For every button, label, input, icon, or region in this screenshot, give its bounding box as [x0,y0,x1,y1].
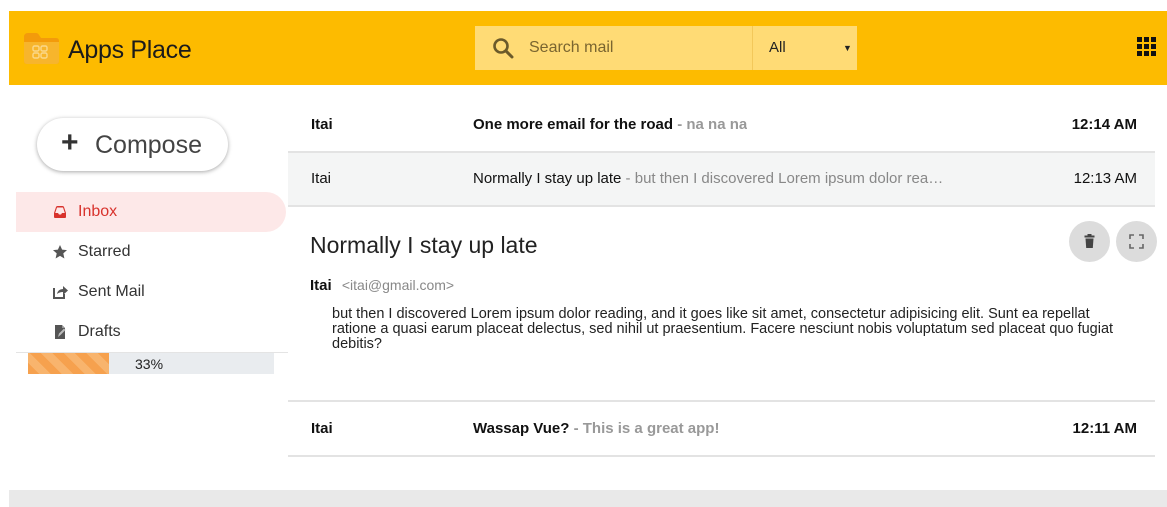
email-from-name: Itai [310,277,332,294]
sidebar-item-label: Drafts [78,323,121,340]
email-sender: Itai [311,420,333,437]
sidebar-item-starred[interactable]: Starred [16,232,288,272]
email-subject-text: Wassap Vue? [473,420,570,437]
email-body: but then I discovered Lorem ipsum dolor … [332,306,1114,352]
email-subject: One more email for the road - na na na [473,116,747,133]
sidebar-item-drafts[interactable]: Drafts [16,312,288,352]
email-row[interactable]: Itai One more email for the road - na na… [288,99,1155,153]
email-subject: Wassap Vue? - This is a great app! [473,420,719,437]
storage-progress-bar: 33% [28,353,274,374]
sidebar-item-inbox[interactable]: Inbox [16,192,286,232]
email-sender: Itai [311,116,333,133]
email-from: Itai <itai@gmail.com> [310,277,454,294]
sidebar-nav: Inbox Starred Sent Mail Drafts [16,192,288,352]
plus-icon: + [61,126,79,159]
email-sender: Itai [311,170,332,187]
email-from-address: <itai@gmail.com> [341,277,455,293]
star-icon [53,245,67,259]
email-snippet: - This is a great app! [569,420,720,437]
search-input[interactable] [529,26,739,70]
email-preview-pane: Normally I stay up late Itai <itai@gmail… [288,209,1157,402]
delete-button[interactable] [1069,221,1110,262]
progress-fill [28,353,110,374]
progress-label: 33% [135,356,164,372]
search-icon [493,38,514,59]
email-title: Normally I stay up late [310,232,538,258]
sidebar-item-label: Sent Mail [78,283,145,300]
filter-select[interactable]: All ▼ [753,26,857,70]
apps-grid-icon[interactable] [1137,37,1157,57]
expand-button[interactable] [1116,221,1157,262]
email-row-selected[interactable]: Itai Normally I stay up late - but then … [288,153,1155,207]
email-row[interactable]: Itai Wassap Vue? - This is a great app! … [288,403,1155,457]
email-subject-text: One more email for the road [473,116,674,133]
email-subject: Normally I stay up late - but then I dis… [473,170,943,187]
email-time: 12:13 AM [1073,170,1137,187]
expand-icon [1129,234,1144,249]
sidebar-item-sent-mail[interactable]: Sent Mail [16,272,288,312]
filter-value: All [769,39,786,56]
drafts-icon [55,325,66,339]
email-time: 12:11 AM [1072,420,1137,437]
folder-logo-icon[interactable] [21,31,61,65]
compose-label: Compose [95,131,202,159]
inbox-icon [54,206,66,218]
search-bar: All ▼ [475,26,857,70]
trash-icon [1084,234,1095,248]
email-snippet: - but then I discovered Lorem ipsum dolo… [621,170,944,187]
caret-down-icon: ▼ [843,43,852,53]
sidebar-item-label: Inbox [78,203,118,220]
sent-icon [53,286,68,299]
email-time: 12:14 AM [1071,116,1137,133]
sidebar-item-label: Starred [78,243,131,260]
footer-bar [9,490,1167,507]
email-snippet: - na na na [673,116,748,133]
brand-name[interactable]: Apps Place [68,36,192,65]
top-bar: Apps Place All ▼ [9,11,1167,85]
compose-button[interactable]: + Compose [37,118,228,171]
email-subject-text: Normally I stay up late [473,170,622,187]
